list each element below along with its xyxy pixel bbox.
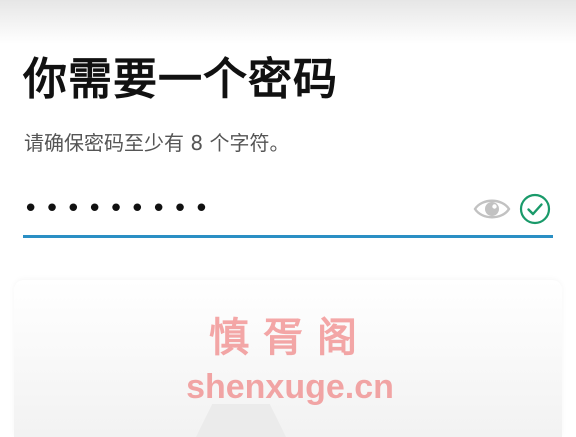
page-subtitle: 请确保密码至少有 8 个字符。	[24, 131, 290, 155]
eye-icon[interactable]	[473, 194, 511, 224]
password-underline	[23, 235, 553, 238]
password-row	[23, 186, 553, 234]
checkmark-circle-icon	[519, 193, 551, 225]
page-title: 你需要一个密码	[23, 54, 338, 105]
background-card	[14, 280, 562, 437]
status-bar-shade	[0, 0, 576, 44]
password-input[interactable]	[23, 186, 463, 232]
